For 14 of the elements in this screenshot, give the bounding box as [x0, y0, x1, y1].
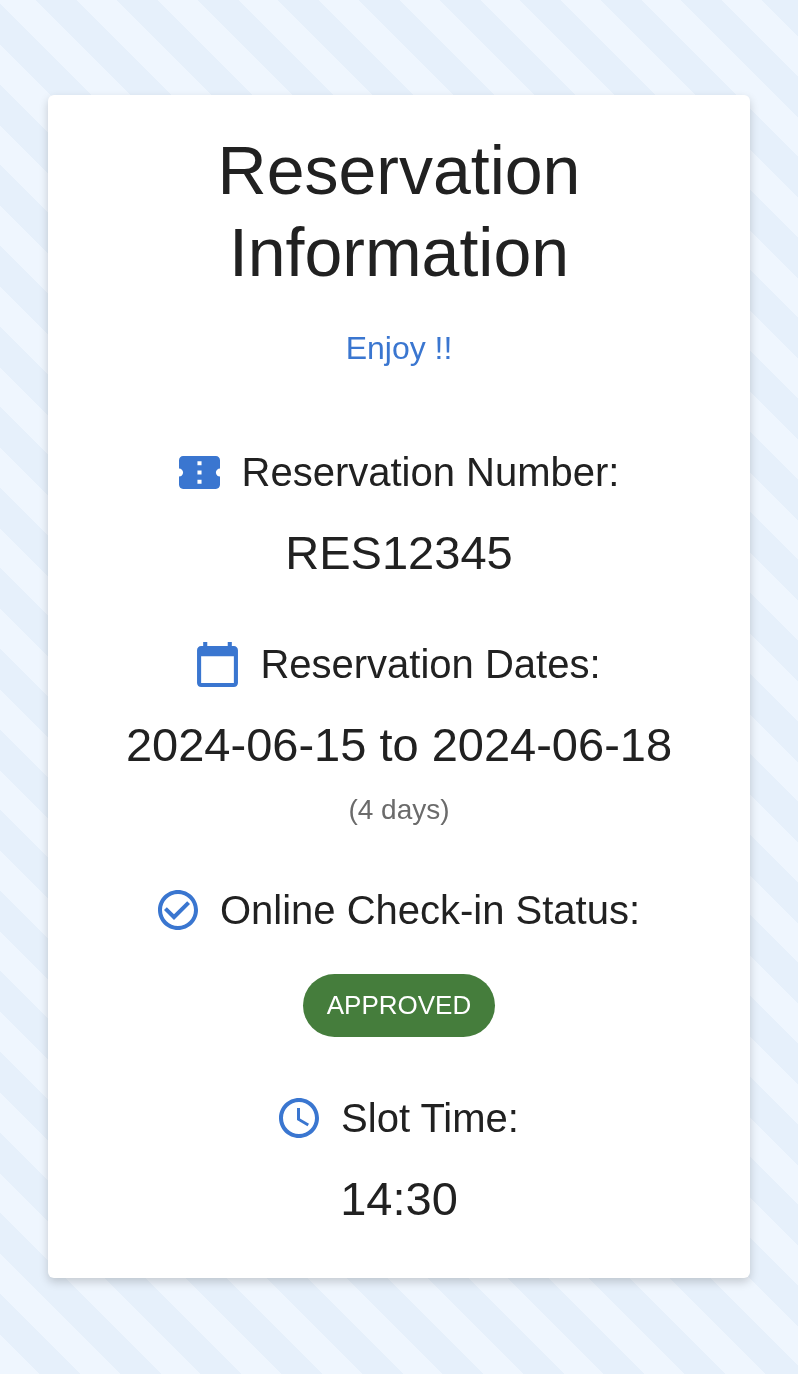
field-label: Online Check-in Status: — [219, 887, 641, 934]
duration-note: (4 days) — [348, 793, 450, 827]
field-label: Reservation Dates: — [260, 641, 601, 688]
calendar-icon — [197, 641, 239, 687]
ticket-icon — [178, 455, 220, 489]
field-label: Slot Time: — [341, 1095, 519, 1142]
status-chip: APPROVED — [302, 974, 496, 1037]
reservation-number-value: RES12345 — [285, 525, 513, 581]
card-title: Reservation Information — [216, 131, 582, 292]
subtitle-text: Enjoy !! — [345, 329, 453, 368]
clock-icon — [279, 1098, 320, 1138]
field-label: Reservation Number: — [241, 449, 620, 496]
slot-time-value: 14:30 — [340, 1171, 458, 1227]
date-range-value: 2024-06-15 to 2024-06-18 — [125, 717, 673, 773]
